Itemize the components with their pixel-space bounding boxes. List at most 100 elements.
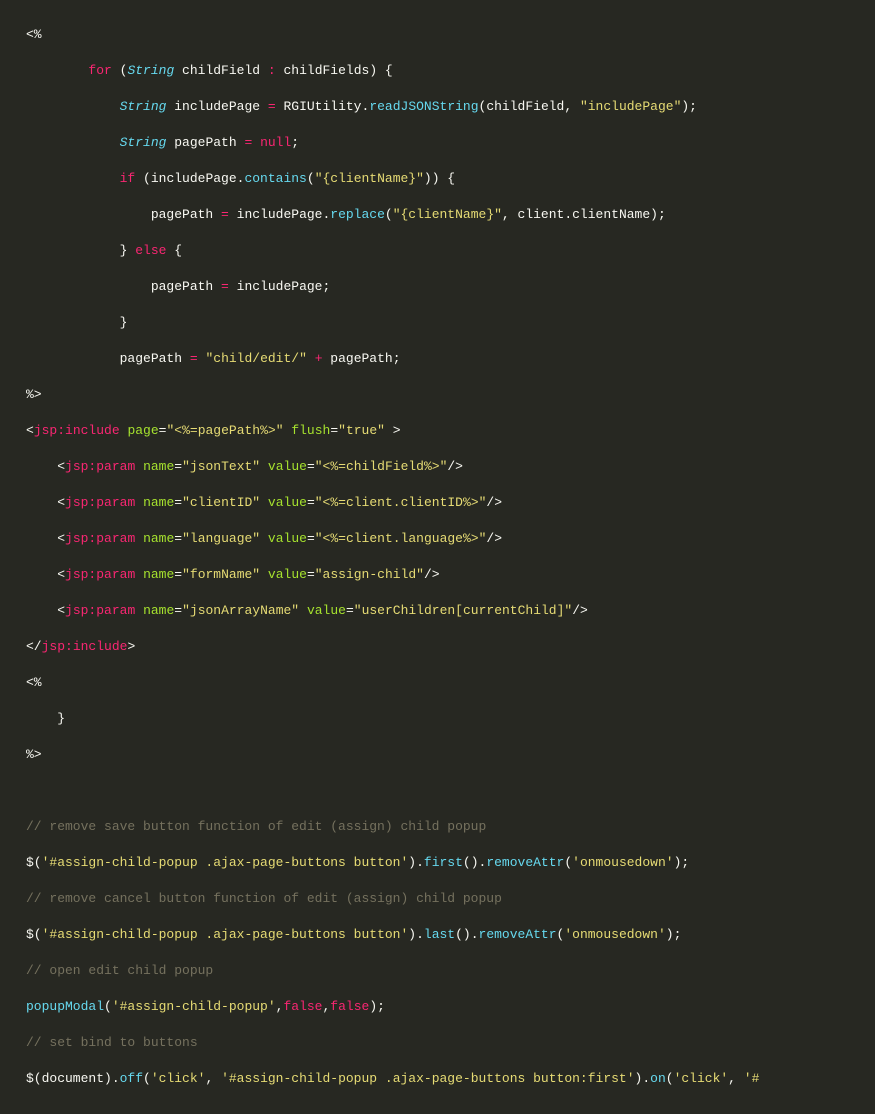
scriptlet-open: <%: [26, 27, 42, 42]
method-call: on: [650, 1071, 666, 1086]
jsp-tag: jsp:param: [65, 531, 135, 546]
string-literal: "child/edit/": [205, 351, 306, 366]
attr-value: "userChildren[currentChild]": [354, 603, 572, 618]
code-line: // remove cancel button function of edit…: [26, 890, 875, 908]
scriptlet-close: %>: [26, 747, 42, 762]
method-call: contains: [244, 171, 306, 186]
code-line: $('#assign-child-popup .ajax-page-button…: [26, 926, 875, 944]
attr-name: page: [127, 423, 158, 438]
code-line: pagePath = "child/edit/" + pagePath;: [26, 350, 875, 368]
code-line: pagePath = includePage;: [26, 278, 875, 296]
comment: // remove save button function of edit (…: [26, 819, 486, 834]
method-call: last: [424, 927, 455, 942]
code-line: pagePath = includePage.replace("{clientN…: [26, 206, 875, 224]
string-literal: "{clientName}": [315, 171, 424, 186]
string-literal: 'click': [674, 1071, 729, 1086]
comment: // remove cancel button function of edit…: [26, 891, 502, 906]
code-line: // remove save button function of edit (…: [26, 818, 875, 836]
code-line: $('#assign-child-popup .ajax-page-button…: [26, 854, 875, 872]
code-line: %>: [26, 386, 875, 404]
type-string: String: [120, 135, 167, 150]
code-line: </jsp:include>: [26, 638, 875, 656]
attr-name: name: [143, 459, 174, 474]
string-literal: '#assign-child-popup .ajax-page-buttons …: [42, 927, 409, 942]
string-literal: "{clientName}": [393, 207, 502, 222]
code-line: for (String childField : childFields) {: [26, 62, 875, 80]
code-line: <jsp:param name="jsonArrayName" value="u…: [26, 602, 875, 620]
attr-name: value: [268, 459, 307, 474]
code-line: <%: [26, 26, 875, 44]
code-line: $(document).off('click', '#assign-child-…: [26, 1070, 875, 1088]
string-literal: '#assign-child-popup .ajax-page-buttons …: [221, 1071, 634, 1086]
string-literal: '#assign-child-popup': [112, 999, 276, 1014]
attr-name: name: [143, 495, 174, 510]
attr-name: name: [143, 531, 174, 546]
attr-name: value: [307, 603, 346, 618]
method-call: replace: [330, 207, 385, 222]
code-line: popupModal('#assign-child-popup',false,f…: [26, 998, 875, 1016]
code-line: <jsp:param name="clientID" value="<%=cli…: [26, 494, 875, 512]
jsp-tag: jsp:param: [65, 603, 135, 618]
string-literal: 'onmousedown': [564, 927, 665, 942]
string-literal: "includePage": [580, 99, 681, 114]
method-call: first: [424, 855, 463, 870]
attr-value: "<%=client.language%>": [315, 531, 487, 546]
attr-value: "language": [182, 531, 260, 546]
code-line: %>: [26, 746, 875, 764]
attr-value: "jsonArrayName": [182, 603, 299, 618]
code-line: }: [26, 710, 875, 728]
code-line: String includePage = RGIUtility.readJSON…: [26, 98, 875, 116]
function-call: popupModal: [26, 999, 104, 1014]
keyword-if: if: [120, 171, 136, 186]
method-call: off: [120, 1071, 143, 1086]
attr-name: name: [143, 603, 174, 618]
comment: // set bind to buttons: [26, 1035, 198, 1050]
code-line: <jsp:param name="formName" value="assign…: [26, 566, 875, 584]
code-line: <jsp:param name="language" value="<%=cli…: [26, 530, 875, 548]
jsp-tag: jsp:include: [42, 639, 128, 654]
keyword-else: else: [135, 243, 166, 258]
string-literal: '#: [744, 1071, 760, 1086]
code-line: } else {: [26, 242, 875, 260]
string-literal: 'click': [151, 1071, 206, 1086]
keyword-false: false: [330, 999, 369, 1014]
attr-value: "assign-child": [315, 567, 424, 582]
code-editor[interactable]: <% for (String childField : childFields)…: [0, 0, 875, 1114]
string-literal: '#assign-child-popup .ajax-page-buttons …: [42, 855, 409, 870]
attr-name: flush: [291, 423, 330, 438]
attr-value: "<%=client.clientID%>": [315, 495, 487, 510]
keyword-null: null: [252, 135, 291, 150]
attr-name: value: [268, 567, 307, 582]
code-line: [26, 782, 875, 800]
code-line: }: [26, 314, 875, 332]
code-line: <jsp:include page="<%=pagePath%>" flush=…: [26, 422, 875, 440]
method-call: removeAttr: [486, 855, 564, 870]
jsp-tag: jsp:include: [34, 423, 120, 438]
attr-name: value: [268, 495, 307, 510]
code-line: // set bind to buttons: [26, 1034, 875, 1052]
keyword-false: false: [283, 999, 322, 1014]
scriptlet-close: %>: [26, 387, 42, 402]
method-call: removeAttr: [479, 927, 557, 942]
keyword-for: for: [88, 63, 111, 78]
string-literal: 'onmousedown': [572, 855, 673, 870]
jsp-tag: jsp:param: [65, 495, 135, 510]
jsp-tag: jsp:param: [65, 459, 135, 474]
type-string: String: [127, 63, 174, 78]
attr-value: "true": [338, 423, 385, 438]
attr-value: "<%=pagePath%>": [166, 423, 283, 438]
code-line: <%: [26, 674, 875, 692]
method-call: readJSONString: [369, 99, 478, 114]
jsp-tag: jsp:param: [65, 567, 135, 582]
code-line: <jsp:param name="jsonText" value="<%=chi…: [26, 458, 875, 476]
attr-value: "jsonText": [182, 459, 260, 474]
attr-name: value: [268, 531, 307, 546]
comment: // open edit child popup: [26, 963, 213, 978]
code-line: // open edit child popup: [26, 962, 875, 980]
code-line: if (includePage.contains("{clientName}")…: [26, 170, 875, 188]
attr-value: "clientID": [182, 495, 260, 510]
attr-value: "<%=childField%>": [315, 459, 448, 474]
attr-name: name: [143, 567, 174, 582]
code-line: String pagePath = null;: [26, 134, 875, 152]
type-string: String: [120, 99, 167, 114]
